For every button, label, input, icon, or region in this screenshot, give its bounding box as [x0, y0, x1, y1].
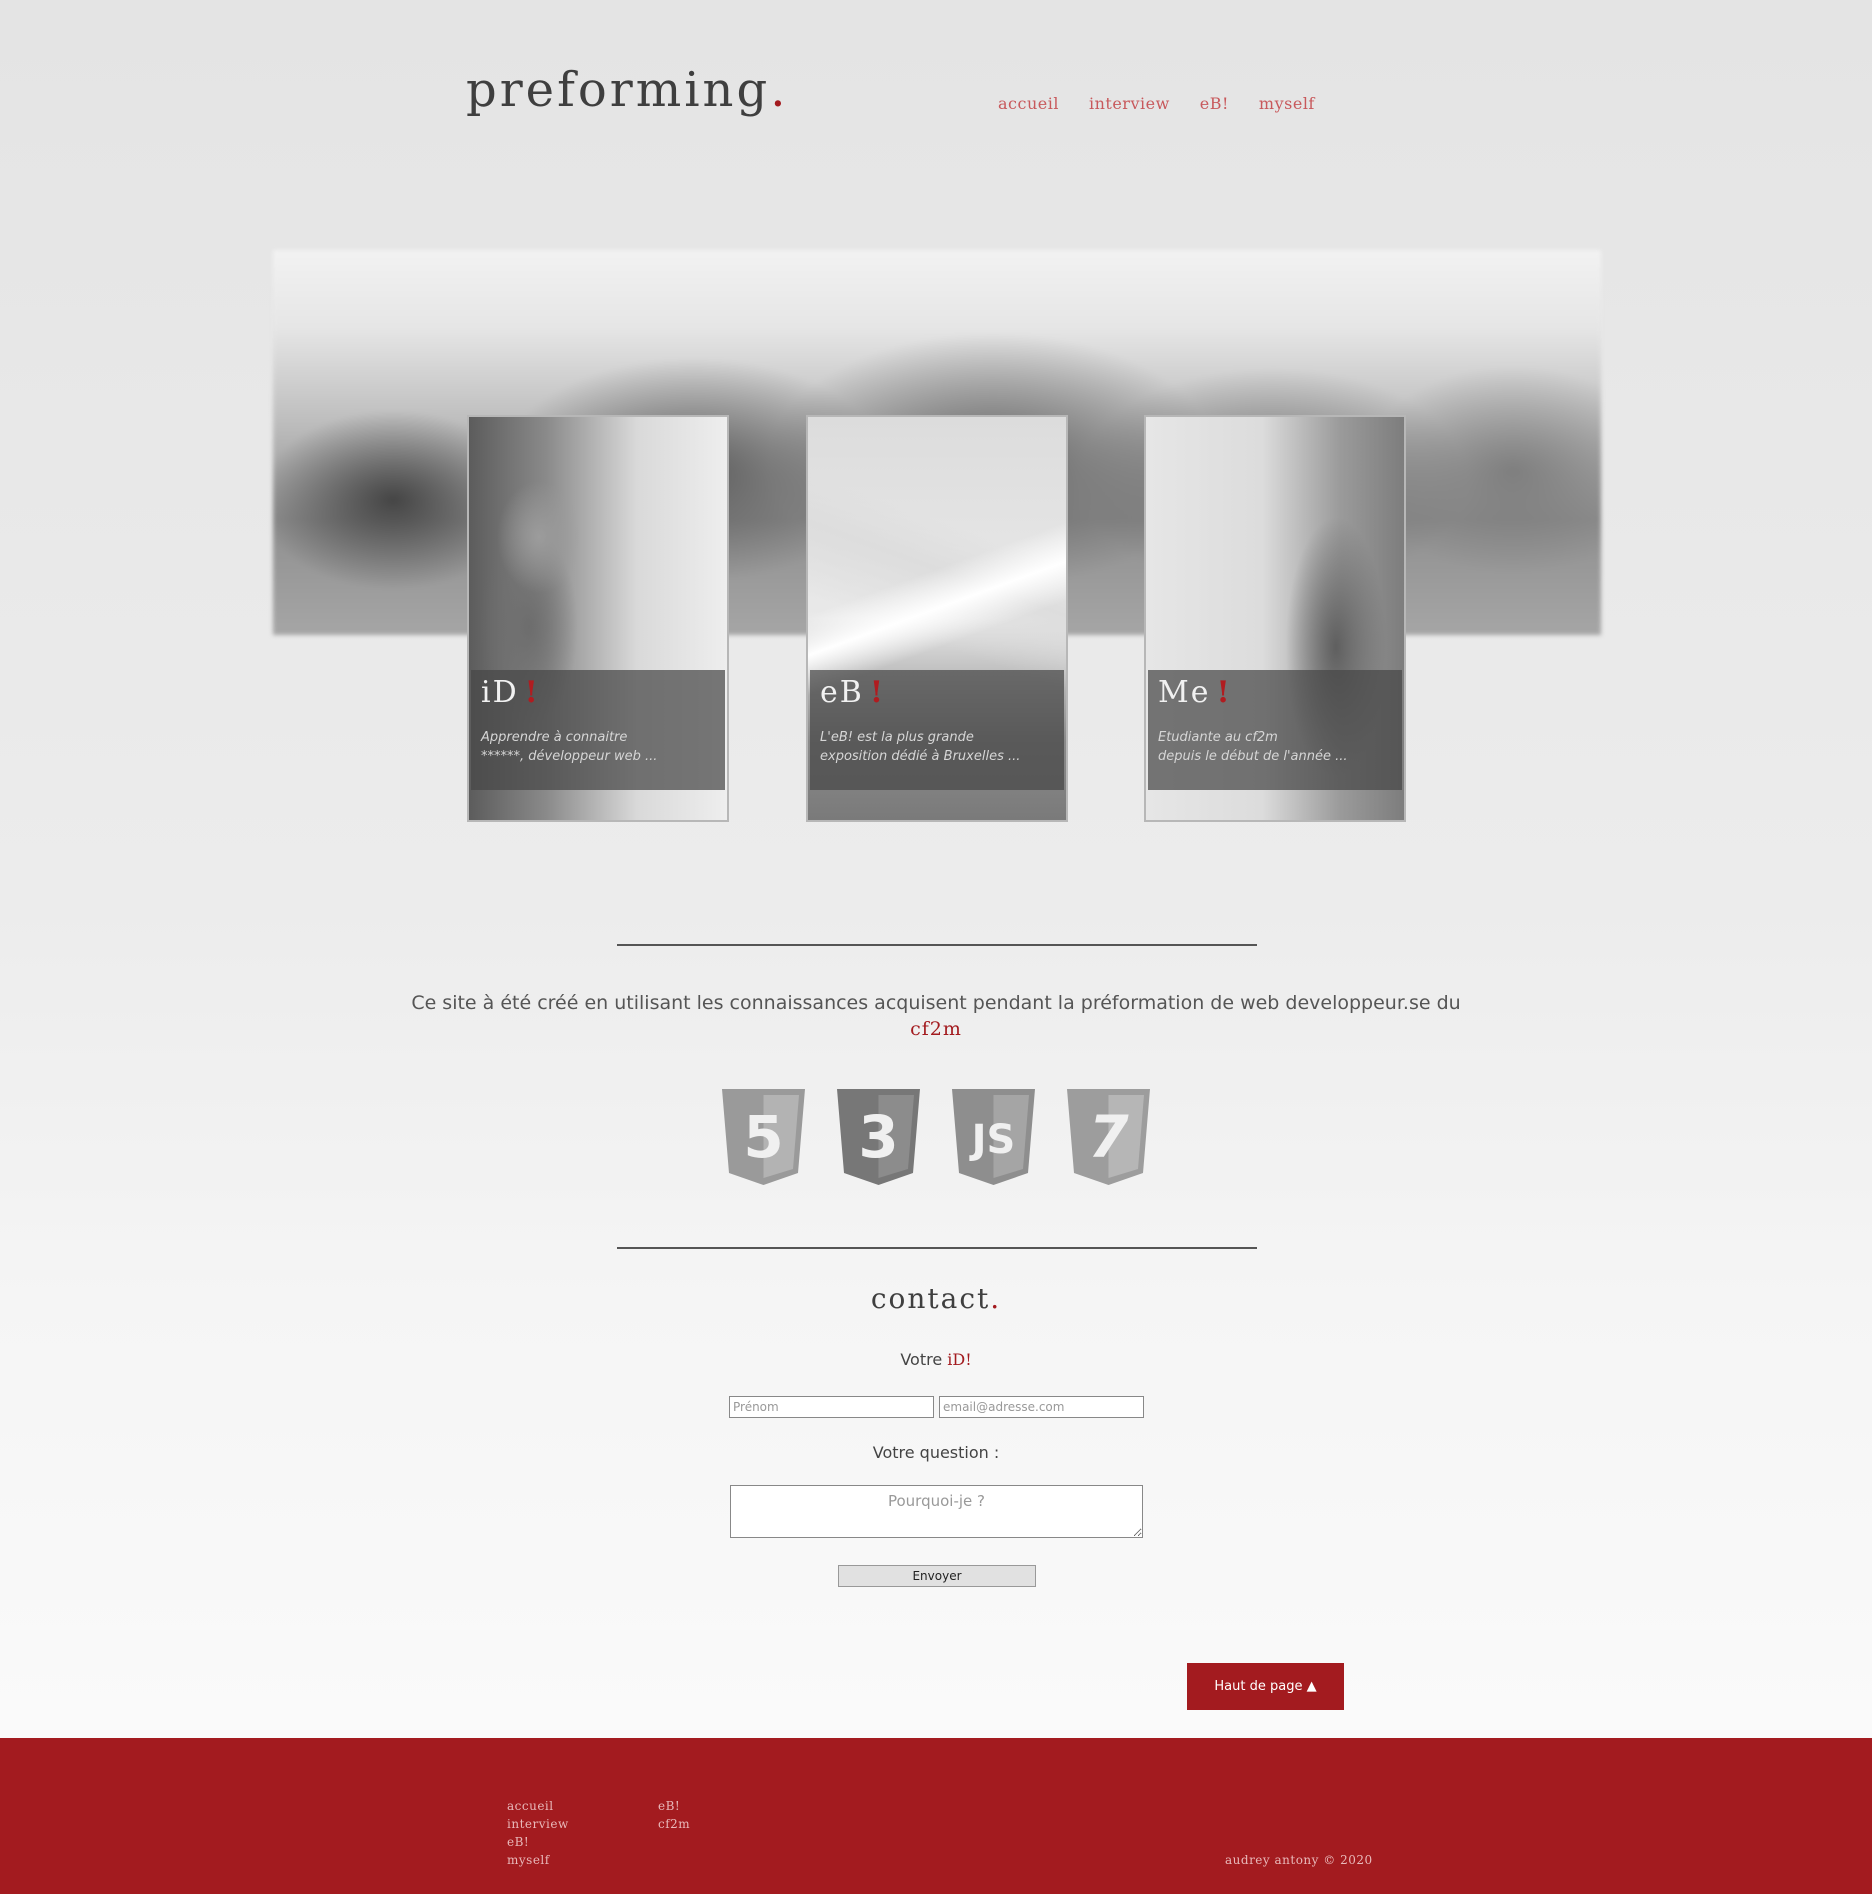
contact-title: contact. — [870, 1282, 1002, 1315]
footer-link-accueil[interactable]: accueil — [507, 1798, 569, 1814]
footer-link-interview[interactable]: interview — [507, 1816, 569, 1832]
card-title: Me! — [1158, 675, 1232, 710]
votre-id-label: Votre iD! — [900, 1350, 972, 1369]
back-to-top-button[interactable]: Haut de page ▲ — [1187, 1663, 1344, 1710]
css3-icon: 3 — [835, 1087, 922, 1187]
card-eb[interactable]: eB! L'eB! est la plus grande exposition d… — [806, 415, 1068, 822]
svg-text:7: 7 — [1088, 1103, 1129, 1171]
card-title: iD! — [481, 675, 540, 710]
svg-text:3: 3 — [858, 1103, 898, 1171]
html5-icon: 5 — [720, 1087, 807, 1187]
card-description: Etudiante au cf2m depuis le début de l'an… — [1158, 730, 1348, 764]
card-title: eB! — [820, 675, 885, 710]
php7-icon: 7 — [1065, 1087, 1152, 1187]
site-logo[interactable]: preforming. — [466, 62, 788, 118]
prenom-field[interactable] — [729, 1396, 934, 1418]
footer-nav-primary: accueil interview eB! myself — [507, 1798, 569, 1868]
question-textarea[interactable] — [730, 1485, 1143, 1538]
tech-icons: 5 3 JS 7 — [720, 1087, 1152, 1187]
send-button[interactable]: Envoyer — [838, 1565, 1036, 1587]
divider-top — [617, 944, 1257, 946]
footer-link-myself[interactable]: myself — [507, 1852, 569, 1868]
card-me[interactable]: Me! Etudiante au cf2m depuis le début de … — [1144, 415, 1406, 822]
footer: accueil interview eB! myself eB! cf2m au… — [0, 1738, 1872, 1894]
cf2m-link[interactable]: cf2m — [0, 1018, 1872, 1040]
card-id[interactable]: iD! Apprendre à connaitre ******, dévelop… — [467, 415, 729, 822]
svg-text:5: 5 — [743, 1103, 783, 1171]
nav-link-myself[interactable]: myself — [1259, 94, 1315, 113]
question-label: Votre question : — [872, 1443, 1000, 1462]
logo-text: preforming — [466, 62, 771, 118]
footer-link-eb[interactable]: eB! — [507, 1834, 569, 1850]
javascript-icon: JS — [950, 1087, 1037, 1187]
svg-text:JS: JS — [969, 1117, 1016, 1163]
email-field[interactable] — [939, 1396, 1144, 1418]
card-description: Apprendre à connaitre ******, développeur… — [481, 730, 658, 764]
divider-bottom — [617, 1247, 1257, 1249]
credit-text: Ce site à été créé en utilisant les conn… — [0, 992, 1872, 1040]
footer-nav-secondary: eB! cf2m — [658, 1798, 690, 1832]
logo-dot: . — [770, 62, 789, 118]
nav-link-eb[interactable]: eB! — [1200, 94, 1229, 113]
card-description: L'eB! est la plus grande exposition dédié… — [820, 730, 1021, 764]
footer-link-cf2m[interactable]: cf2m — [658, 1816, 690, 1832]
nav-link-interview[interactable]: interview — [1089, 94, 1170, 113]
copyright: audrey antony © 2020 — [1225, 1853, 1373, 1867]
footer-link-eb-external[interactable]: eB! — [658, 1798, 690, 1814]
main-nav: accueil interview eB! myself — [998, 94, 1315, 113]
nav-link-accueil[interactable]: accueil — [998, 94, 1059, 113]
